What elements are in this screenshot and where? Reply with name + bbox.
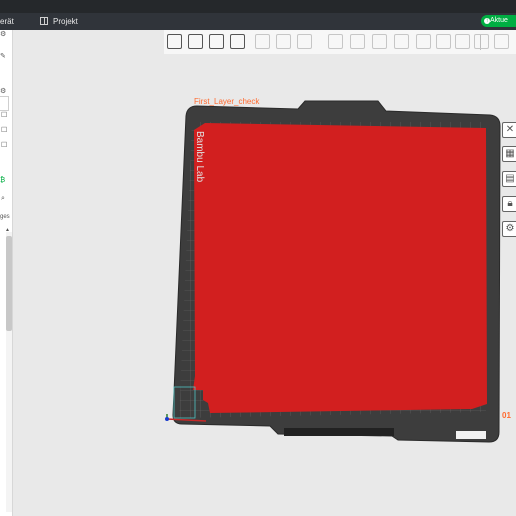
plate-settings-icon[interactable]: ⚙ bbox=[502, 221, 516, 237]
lock-plate-icon[interactable]: 🔒︎ bbox=[502, 196, 516, 212]
close-plate-icon[interactable]: ✕ bbox=[502, 122, 516, 138]
plate-logo-mark bbox=[456, 431, 486, 439]
orient-plate-icon[interactable]: ▤ bbox=[502, 171, 516, 187]
bed-brand-label: Bambu Lab bbox=[194, 131, 205, 183]
plate-name-label[interactable]: First_Layer_check bbox=[194, 97, 259, 106]
plate-number-label[interactable]: 01 bbox=[502, 411, 511, 420]
plate-vent bbox=[284, 428, 394, 436]
print-model[interactable] bbox=[193, 123, 487, 413]
origin-marker bbox=[165, 417, 169, 421]
auto-arrange-plate-icon[interactable]: ▦ bbox=[502, 146, 516, 162]
build-plate-view: Bambu Lab bbox=[165, 100, 501, 443]
